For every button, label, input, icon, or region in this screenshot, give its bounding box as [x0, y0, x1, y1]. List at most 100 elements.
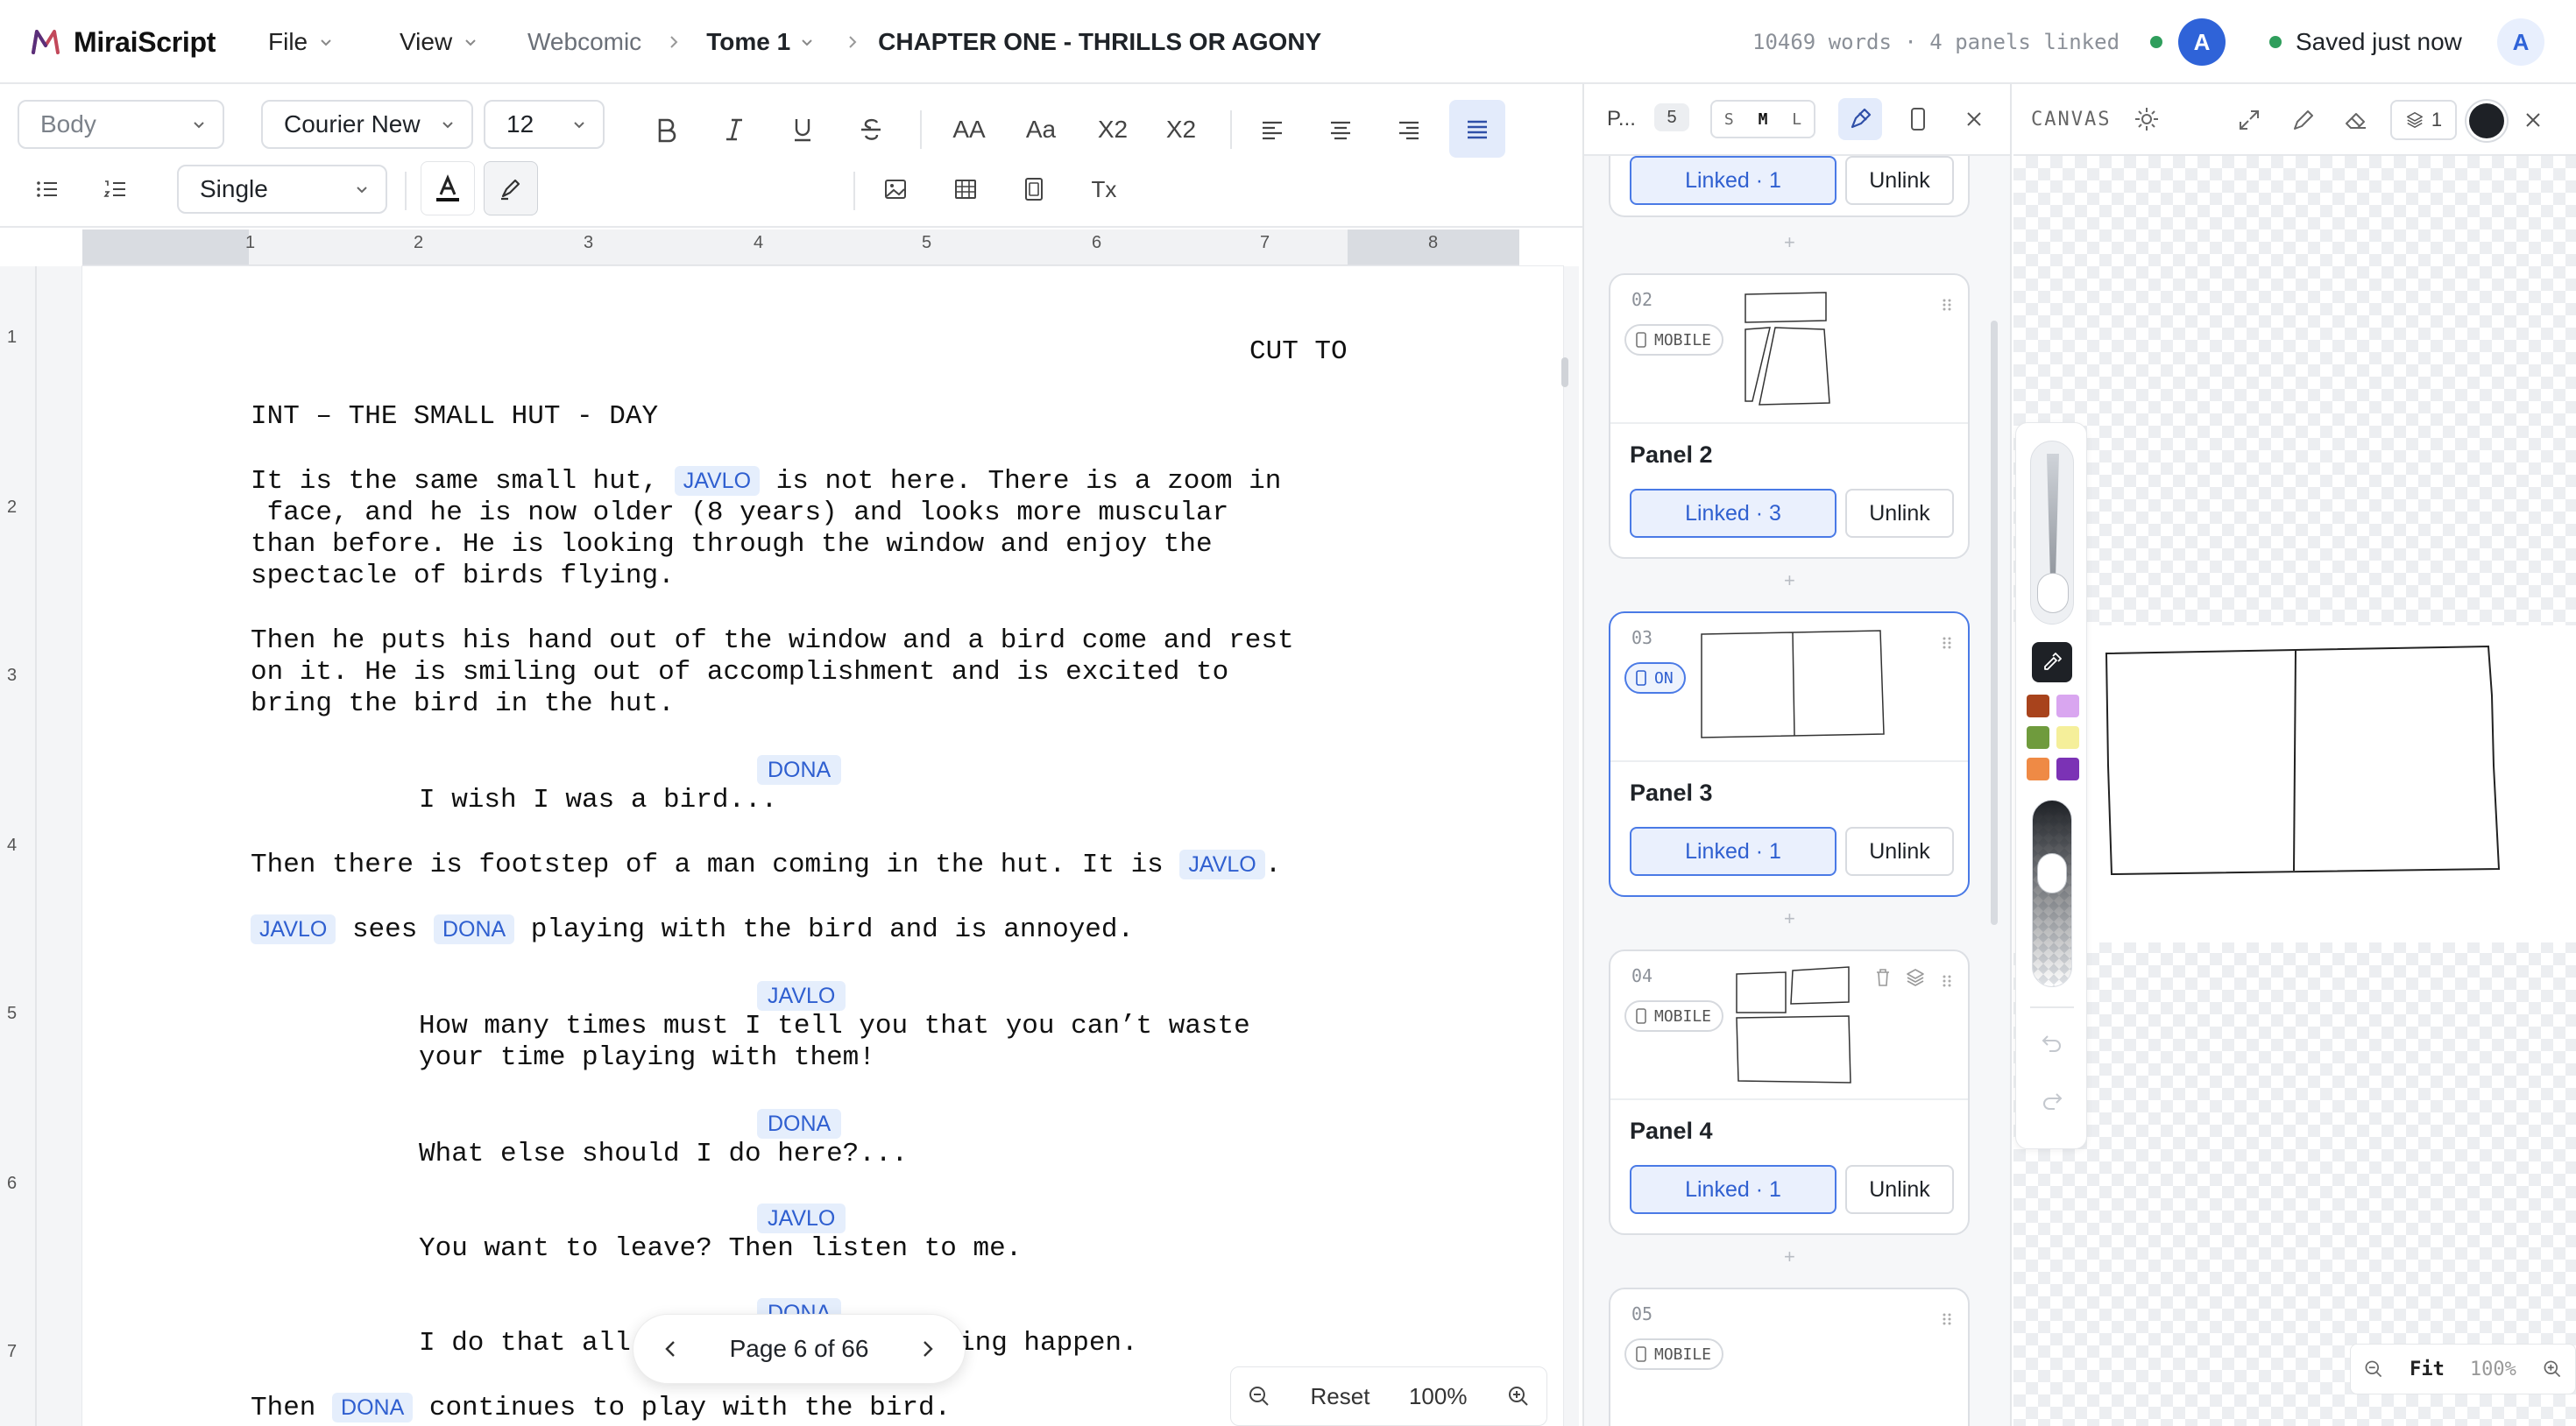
character-tag[interactable]: JAVLO	[674, 466, 761, 496]
gear-icon[interactable]	[2133, 105, 2161, 133]
page-break-button[interactable]	[1009, 166, 1058, 212]
numbered-list-button[interactable]	[91, 166, 140, 212]
mobile-preview-button[interactable]	[1896, 98, 1940, 140]
action-line[interactable]: than before. He is looking through the w…	[251, 529, 1213, 561]
align-left-button[interactable]	[1246, 107, 1299, 152]
dialogue-line[interactable]: How many times must I tell you that you …	[419, 1011, 1250, 1042]
line-spacing-select[interactable]: Single	[177, 165, 387, 214]
user-avatar[interactable]: A	[2178, 0, 2226, 84]
panel-card-selected[interactable]: 03 ON Panel 3 Linked · 1 Unlink	[1609, 611, 1970, 897]
editor-scrollbar[interactable]	[1561, 357, 1568, 387]
color-swatch-brown[interactable]	[2027, 695, 2049, 717]
panel-card[interactable]: 04 MOBILE Panel 4 Linked · 1 Unlink	[1609, 949, 1970, 1235]
action-line[interactable]: on it. He is smiling out of accomplishme…	[251, 657, 1228, 688]
character-cue[interactable]: JAVLO	[757, 981, 846, 1011]
unlink-button[interactable]: Unlink	[1845, 156, 1954, 205]
color-swatch-green[interactable]	[2027, 726, 2049, 749]
strikethrough-button[interactable]	[845, 107, 897, 152]
superscript-button[interactable]: X2	[1085, 107, 1141, 152]
titlecase-button[interactable]: Aa	[1013, 107, 1069, 152]
canvas-artboard[interactable]	[2013, 625, 2576, 942]
color-swatch-pale-yellow[interactable]	[2056, 726, 2079, 749]
insert-table-button[interactable]	[941, 166, 990, 212]
mobile-chip[interactable]: MOBILE	[1624, 1338, 1724, 1370]
action-line[interactable]: bring the bird in the hut.	[251, 688, 675, 720]
vertical-ruler[interactable]: 1 2 3 4 5 6 7	[0, 266, 37, 1426]
highlight-button[interactable]	[484, 161, 538, 215]
brush-size-slider[interactable]	[2030, 441, 2074, 625]
opacity-thumb[interactable]	[2037, 853, 2067, 893]
panel-card[interactable]: 02 MOBILE Panel 2 Linked · 3 Unlink	[1609, 273, 1970, 559]
brush-size-thumb[interactable]	[2037, 573, 2069, 613]
action-line[interactable]: It is the same small hut, JAVLO is not h…	[251, 466, 1281, 498]
opacity-slider[interactable]	[2032, 800, 2072, 987]
view-menu[interactable]: View	[400, 0, 478, 84]
file-menu[interactable]: File	[268, 0, 334, 84]
dialogue-line[interactable]: ing happen.	[959, 1328, 1138, 1359]
breadcrumb-tome[interactable]: Tome 1	[706, 28, 790, 56]
character-tag[interactable]: DONA	[332, 1393, 414, 1422]
eyedropper-button[interactable]	[2032, 642, 2072, 682]
size-medium-button[interactable]: M	[1759, 110, 1768, 129]
mobile-chip[interactable]: MOBILE	[1624, 1000, 1724, 1032]
character-tag[interactable]: JAVLO	[251, 914, 336, 944]
mobile-on-chip[interactable]: ON	[1624, 662, 1686, 694]
insert-image-button[interactable]	[871, 166, 920, 212]
close-panels-button[interactable]	[1952, 98, 1996, 140]
mobile-chip[interactable]: MOBILE	[1624, 324, 1724, 356]
action-line[interactable]: Then he puts his hand out of the window …	[251, 625, 1294, 657]
action-line[interactable]: Then DONA continues to play with the bir…	[251, 1393, 951, 1424]
close-icon[interactable]	[2523, 110, 2543, 130]
account-avatar[interactable]: A	[2497, 0, 2544, 84]
undo-icon[interactable]	[2039, 1029, 2065, 1055]
chevron-left-icon[interactable]	[660, 1338, 683, 1360]
size-large-button[interactable]: L	[1792, 110, 1801, 129]
action-line[interactable]: JAVLO sees DONA playing with the bird an…	[251, 914, 1134, 946]
uppercase-button[interactable]: AA	[941, 107, 997, 152]
character-tag[interactable]: JAVLO	[1179, 850, 1265, 879]
script-page[interactable]: CUT TO INT – THE SMALL HUT - DAY It is t…	[82, 266, 1563, 1426]
underline-button[interactable]	[776, 107, 829, 152]
size-small-button[interactable]: S	[1724, 110, 1734, 129]
zoom-out-icon[interactable]	[2363, 1359, 2384, 1380]
dialogue-line[interactable]: I wish I was a bird...	[419, 785, 777, 816]
linked-button[interactable]: Linked · 3	[1630, 489, 1836, 538]
paragraph-style-select[interactable]: Body	[18, 100, 224, 149]
action-line[interactable]: spectacle of birds flying.	[251, 561, 675, 592]
eraser-icon[interactable]	[2343, 107, 2369, 133]
add-panel-icon[interactable]: +	[1784, 231, 1795, 254]
zoom-reset-button[interactable]: Reset	[1311, 1383, 1370, 1410]
italic-button[interactable]	[708, 107, 761, 152]
breadcrumb-chapter[interactable]: CHAPTER ONE - THRILLS OR AGONY	[878, 28, 1321, 56]
horizontal-ruler[interactable]: 1 2 3 4 5 6 7 8	[82, 229, 1519, 266]
chevron-down-icon[interactable]	[799, 34, 815, 50]
clear-formatting-button[interactable]: Tx	[1079, 166, 1129, 212]
drag-handle-icon[interactable]	[1942, 298, 1952, 312]
zoom-out-icon[interactable]	[1247, 1384, 1271, 1408]
add-panel-icon[interactable]: +	[1784, 1246, 1795, 1268]
transition-line[interactable]: CUT TO	[1249, 336, 1348, 368]
color-swatch-purple[interactable]	[2056, 758, 2079, 780]
panel-card[interactable]: 05 MOBILE	[1609, 1288, 1970, 1426]
panels-scrollbar[interactable]	[1991, 321, 1998, 925]
brush-color-button[interactable]	[2469, 103, 2504, 138]
dialogue-line[interactable]: What else should I do here?...	[419, 1139, 908, 1170]
breadcrumb-root[interactable]: Webcomic	[527, 28, 641, 56]
redo-icon[interactable]	[2039, 1087, 2065, 1113]
fit-button[interactable]: Fit	[2410, 1359, 2445, 1380]
subscript-button[interactable]: X2	[1153, 107, 1209, 152]
layers-button[interactable]: 1	[2390, 100, 2457, 140]
dialogue-line[interactable]: your time playing with them!	[419, 1042, 875, 1074]
link-mode-button[interactable]	[1838, 98, 1882, 140]
layers-icon[interactable]	[1905, 967, 1926, 988]
action-line[interactable]: face, and he is now older (8 years) and …	[251, 498, 1229, 529]
chevron-right-icon[interactable]	[916, 1338, 938, 1360]
character-cue[interactable]: DONA	[757, 755, 842, 785]
bold-button[interactable]	[640, 107, 692, 152]
unlink-button[interactable]: Unlink	[1845, 489, 1954, 538]
character-cue[interactable]: JAVLO	[757, 1204, 846, 1233]
dialogue-line[interactable]: You want to leave? Then listen to me.	[419, 1233, 1022, 1265]
drag-handle-icon[interactable]	[1942, 1312, 1952, 1326]
character-cue[interactable]: DONA	[757, 1109, 842, 1139]
expand-icon[interactable]	[2236, 107, 2262, 133]
